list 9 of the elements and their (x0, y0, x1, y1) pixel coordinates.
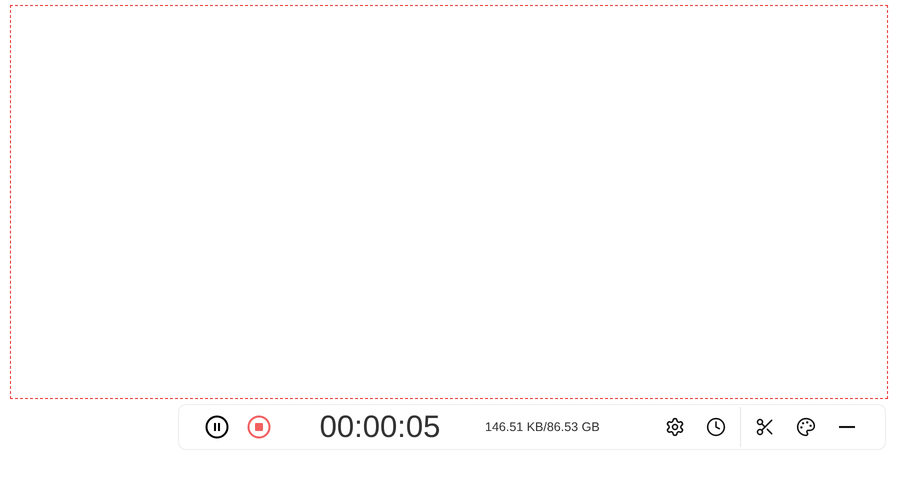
stop-icon (247, 415, 271, 439)
minimize-icon (839, 426, 855, 428)
file-size: 146.51 KB/86.53 GB (485, 418, 600, 436)
clock-icon (706, 417, 726, 437)
scissors-icon (755, 417, 775, 437)
timer: 00:00:05 (318, 408, 442, 446)
settings-icon (665, 417, 685, 437)
pause-icon (205, 415, 229, 439)
palette-icon (796, 417, 816, 437)
